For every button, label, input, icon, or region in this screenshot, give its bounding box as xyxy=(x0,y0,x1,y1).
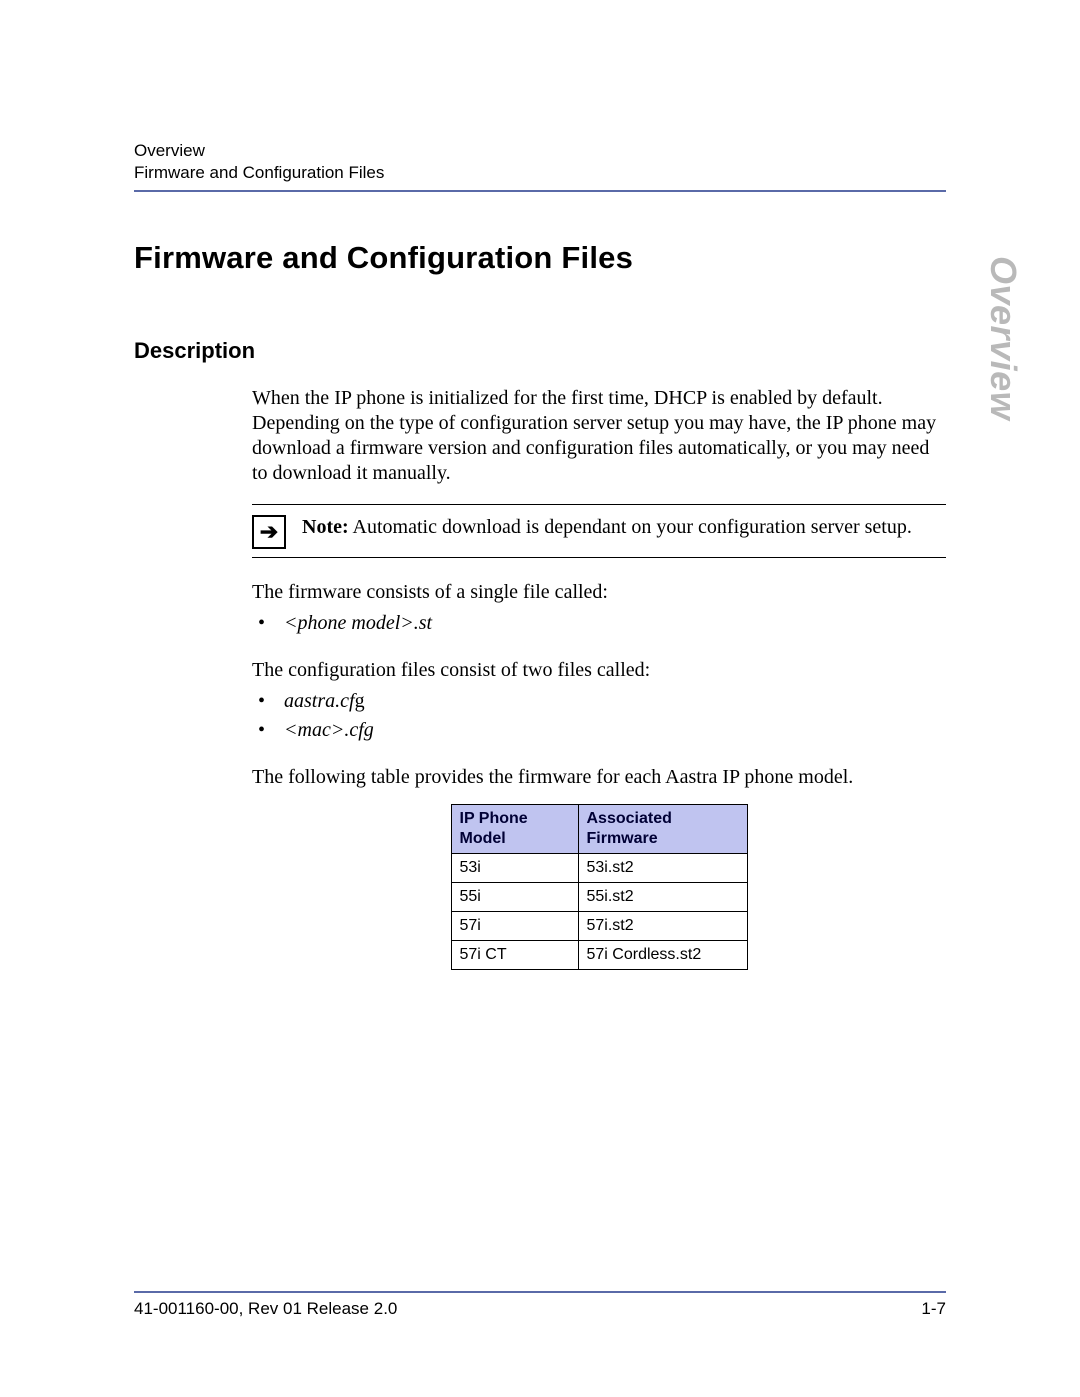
header-rule xyxy=(134,190,946,192)
list-item: <mac>.cfg xyxy=(280,718,946,743)
page-title: Firmware and Configuration Files xyxy=(134,240,946,276)
section-heading-description: Description xyxy=(134,338,946,364)
firmware-bullets: <phone model>.st xyxy=(252,611,946,636)
page-footer: 41-001160-00, Rev 01 Release 2.0 1-7 xyxy=(134,1291,946,1319)
note-body: Automatic download is dependant on your … xyxy=(353,516,912,538)
config-intro: The configuration files consist of two f… xyxy=(252,658,946,683)
arrow-right-icon: ➔ xyxy=(252,515,286,549)
cell-fw: 53i.st2 xyxy=(578,854,747,883)
list-item: <phone model>.st xyxy=(280,611,946,636)
cell-model: 53i xyxy=(451,854,578,883)
footer-left: 41-001160-00, Rev 01 Release 2.0 xyxy=(134,1299,397,1319)
note-rule-bottom xyxy=(252,557,946,558)
table-header-firmware: Associated Firmware xyxy=(578,805,747,854)
side-tab-label: Overview xyxy=(982,256,1024,420)
table-row: 53i 53i.st2 xyxy=(451,854,747,883)
table-intro: The following table provides the firmwar… xyxy=(252,765,946,790)
note-label: Note: xyxy=(302,516,349,538)
cell-model: 57i xyxy=(451,912,578,941)
intro-paragraph: When the IP phone is initialized for the… xyxy=(252,386,946,486)
table-header-model: IP Phone Model xyxy=(451,805,578,854)
cell-model: 55i xyxy=(451,883,578,912)
table-row: 57i CT 57i Cordless.st2 xyxy=(451,941,747,970)
table-row: 57i 57i.st2 xyxy=(451,912,747,941)
cell-fw: 57i.st2 xyxy=(578,912,747,941)
note-block: ➔ Note: Automatic download is dependant … xyxy=(252,504,946,558)
footer-rule xyxy=(134,1291,946,1293)
header-breadcrumb: Overview Firmware and Configuration File… xyxy=(134,140,946,184)
footer-page-number: 1-7 xyxy=(921,1299,946,1319)
config-bullets: aastra.cfg <mac>.cfg xyxy=(252,689,946,743)
cell-fw: 55i.st2 xyxy=(578,883,747,912)
firmware-intro: The firmware consists of a single file c… xyxy=(252,580,946,605)
cell-model: 57i CT xyxy=(451,941,578,970)
list-item: aastra.cfg xyxy=(280,689,946,714)
header-section: Overview xyxy=(134,140,946,162)
cell-fw: 57i Cordless.st2 xyxy=(578,941,747,970)
firmware-table: IP Phone Model Associated Firmware 53i 5… xyxy=(451,804,748,970)
table-row: 55i 55i.st2 xyxy=(451,883,747,912)
header-subsection: Firmware and Configuration Files xyxy=(134,162,946,184)
note-text: Note: Automatic download is dependant on… xyxy=(302,515,912,540)
